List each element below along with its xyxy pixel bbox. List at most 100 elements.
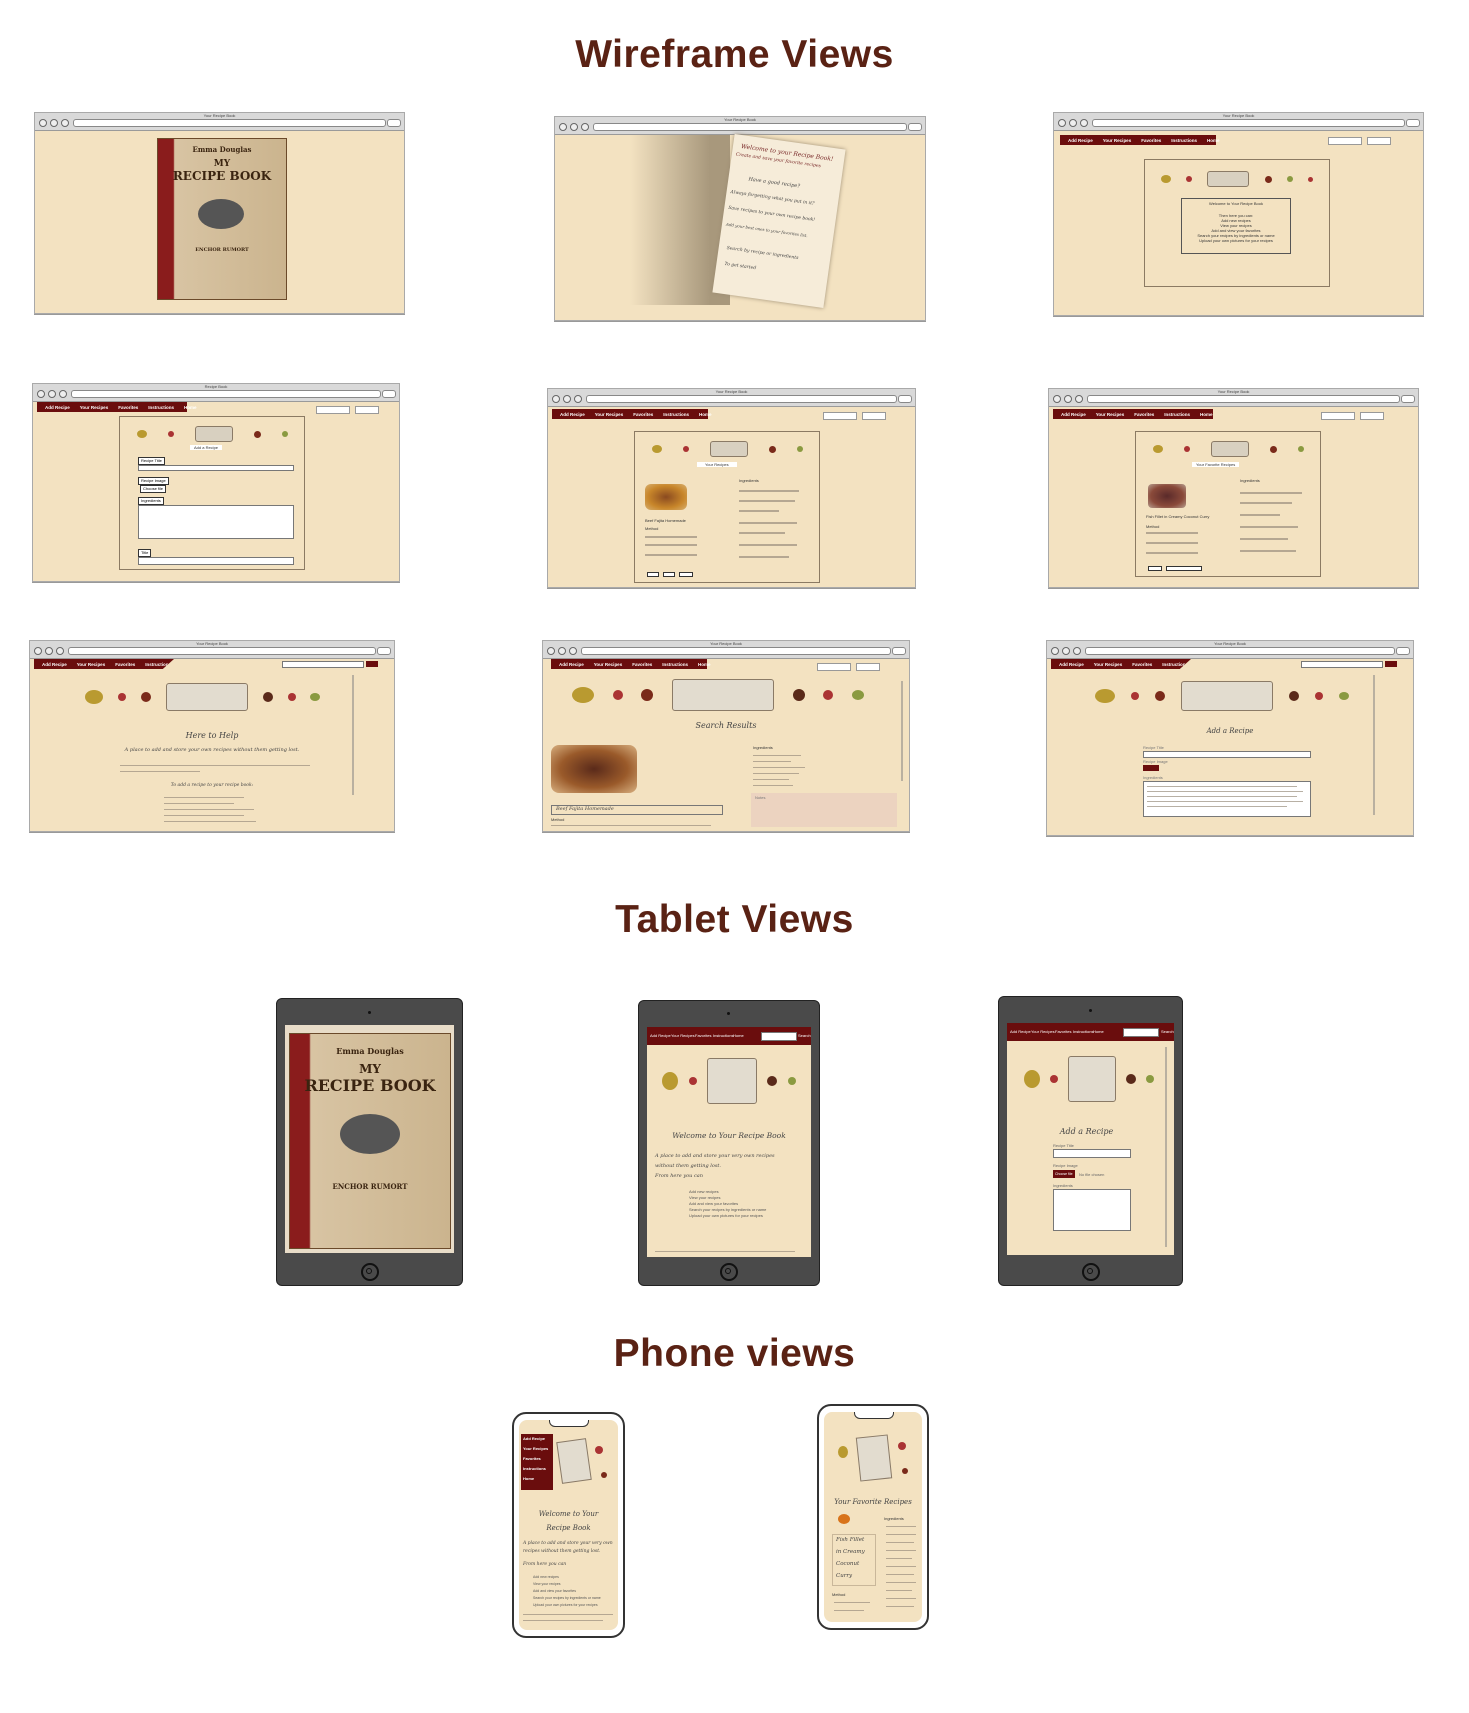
address-bar[interactable] (593, 123, 907, 131)
choose-file-button[interactable] (1143, 765, 1159, 771)
close-icon[interactable] (56, 647, 64, 655)
forward-icon[interactable] (1064, 395, 1072, 403)
recipe-title-input[interactable] (1053, 1149, 1131, 1158)
nav-favorites[interactable]: Favorites (118, 405, 138, 410)
close-icon[interactable] (59, 390, 67, 398)
nav-instructions[interactable]: Instructions (662, 662, 688, 667)
nav-favorites[interactable]: Favorites (695, 1033, 711, 1038)
nav-home[interactable]: Home (698, 662, 711, 667)
nav-favorites[interactable]: Favorites (115, 662, 135, 667)
ingredients-textarea[interactable] (1143, 781, 1311, 817)
browser-search[interactable] (382, 390, 396, 398)
forward-icon[interactable] (50, 119, 58, 127)
nav-add-recipe[interactable]: Add Recipe (42, 662, 67, 667)
nav-your-recipes[interactable]: Your Recipes (80, 405, 108, 410)
menu-favorites[interactable]: Favorites (523, 1456, 541, 1461)
search-input[interactable] (761, 1032, 797, 1041)
back-icon[interactable] (547, 647, 555, 655)
nav-instructions[interactable]: Instructions (1171, 138, 1197, 143)
nav-add-recipe[interactable]: Add Recipe (45, 405, 70, 410)
nav-instructions[interactable]: Instructions (145, 662, 171, 667)
address-bar[interactable] (1092, 119, 1405, 127)
forward-icon[interactable] (48, 390, 56, 398)
search-input[interactable] (1321, 412, 1355, 420)
search-input[interactable] (1123, 1028, 1159, 1037)
browser-search[interactable] (1396, 647, 1410, 655)
nav-your-recipes[interactable]: Your Recipes (594, 662, 622, 667)
address-bar[interactable] (68, 647, 376, 655)
nav-add-recipe[interactable]: Add Recipe (559, 662, 584, 667)
nav-instructions[interactable]: Instructions (1073, 1029, 1093, 1034)
nav-add-recipe[interactable]: Add Recipe (1068, 138, 1093, 143)
menu-your-recipes[interactable]: Your Recipes (523, 1446, 548, 1451)
back-icon[interactable] (1053, 395, 1061, 403)
address-bar[interactable] (71, 390, 381, 398)
search-button[interactable] (856, 663, 880, 671)
nav-your-recipes[interactable]: Your Recipes (77, 662, 105, 667)
home-button-icon[interactable] (720, 1263, 738, 1281)
search-input[interactable] (282, 661, 364, 668)
search-button[interactable] (355, 406, 379, 414)
action-button[interactable] (663, 572, 675, 577)
browser-search[interactable] (908, 123, 922, 131)
menu-home[interactable]: Home (523, 1476, 534, 1481)
nav-add-recipe[interactable]: Add Recipe (560, 412, 585, 417)
close-icon[interactable] (1075, 395, 1083, 403)
nav-search[interactable]: Search (181, 662, 196, 667)
nav-home[interactable]: Home (1198, 662, 1211, 667)
menu-instructions[interactable]: Instructions (523, 1466, 546, 1471)
home-button-icon[interactable] (1082, 1263, 1100, 1281)
action-button[interactable] (679, 572, 693, 577)
back-icon[interactable] (1051, 647, 1059, 655)
title-input[interactable] (138, 557, 294, 565)
remove-favorite-button[interactable] (1166, 566, 1202, 571)
address-bar[interactable] (1085, 647, 1395, 655)
forward-icon[interactable] (570, 123, 578, 131)
search-input[interactable] (1328, 137, 1362, 145)
forward-icon[interactable] (558, 647, 566, 655)
nav-home[interactable]: Home (1200, 412, 1213, 417)
browser-search[interactable] (898, 395, 912, 403)
ingredients-textarea[interactable] (138, 505, 294, 539)
forward-icon[interactable] (1069, 119, 1077, 127)
search-button[interactable] (366, 661, 378, 667)
nav-favorites[interactable]: Favorites (1132, 662, 1152, 667)
browser-search[interactable] (1406, 119, 1420, 127)
close-icon[interactable] (1080, 119, 1088, 127)
back-icon[interactable] (559, 123, 567, 131)
nav-instructions[interactable]: Instructions (663, 412, 689, 417)
nav-favorites[interactable]: Favorites (1055, 1029, 1071, 1034)
back-icon[interactable] (37, 390, 45, 398)
nav-add-recipe[interactable]: Add Recipe (1061, 412, 1086, 417)
nav-your-recipes[interactable]: Your Recipes (1103, 138, 1131, 143)
recipe-title-input[interactable] (1143, 751, 1311, 758)
nav-home[interactable]: Home (184, 405, 197, 410)
choose-file-button[interactable]: Choose file (1053, 1170, 1075, 1178)
action-button[interactable] (647, 572, 659, 577)
search-button[interactable] (1367, 137, 1391, 145)
nav-your-recipes[interactable]: Your Recipes (1094, 662, 1122, 667)
forward-icon[interactable] (45, 647, 53, 655)
ingredients-textarea[interactable] (1053, 1189, 1131, 1231)
search-button[interactable] (1360, 412, 1384, 420)
nav-home[interactable]: Home (1207, 138, 1220, 143)
nav-your-recipes[interactable]: Your Recipes (1031, 1029, 1055, 1034)
browser-search[interactable] (387, 119, 401, 127)
menu-add-recipe[interactable]: Add Recipe (523, 1436, 545, 1441)
browser-search[interactable] (892, 647, 906, 655)
address-bar[interactable] (1087, 395, 1400, 403)
nav-your-recipes[interactable]: Your Recipes (595, 412, 623, 417)
nav-home[interactable]: Home (733, 1033, 744, 1038)
search-button[interactable]: Search (1161, 1029, 1174, 1034)
close-icon[interactable] (1073, 647, 1081, 655)
search-input[interactable] (823, 412, 857, 420)
back-icon[interactable] (552, 395, 560, 403)
search-input[interactable] (817, 663, 851, 671)
close-icon[interactable] (581, 123, 589, 131)
home-button-icon[interactable] (361, 1263, 379, 1281)
back-icon[interactable] (34, 647, 42, 655)
scrollbar[interactable] (1165, 1047, 1167, 1247)
search-button[interactable] (1385, 661, 1397, 667)
nav-home[interactable]: Home (1093, 1029, 1104, 1034)
scrollbar[interactable] (1373, 675, 1375, 815)
